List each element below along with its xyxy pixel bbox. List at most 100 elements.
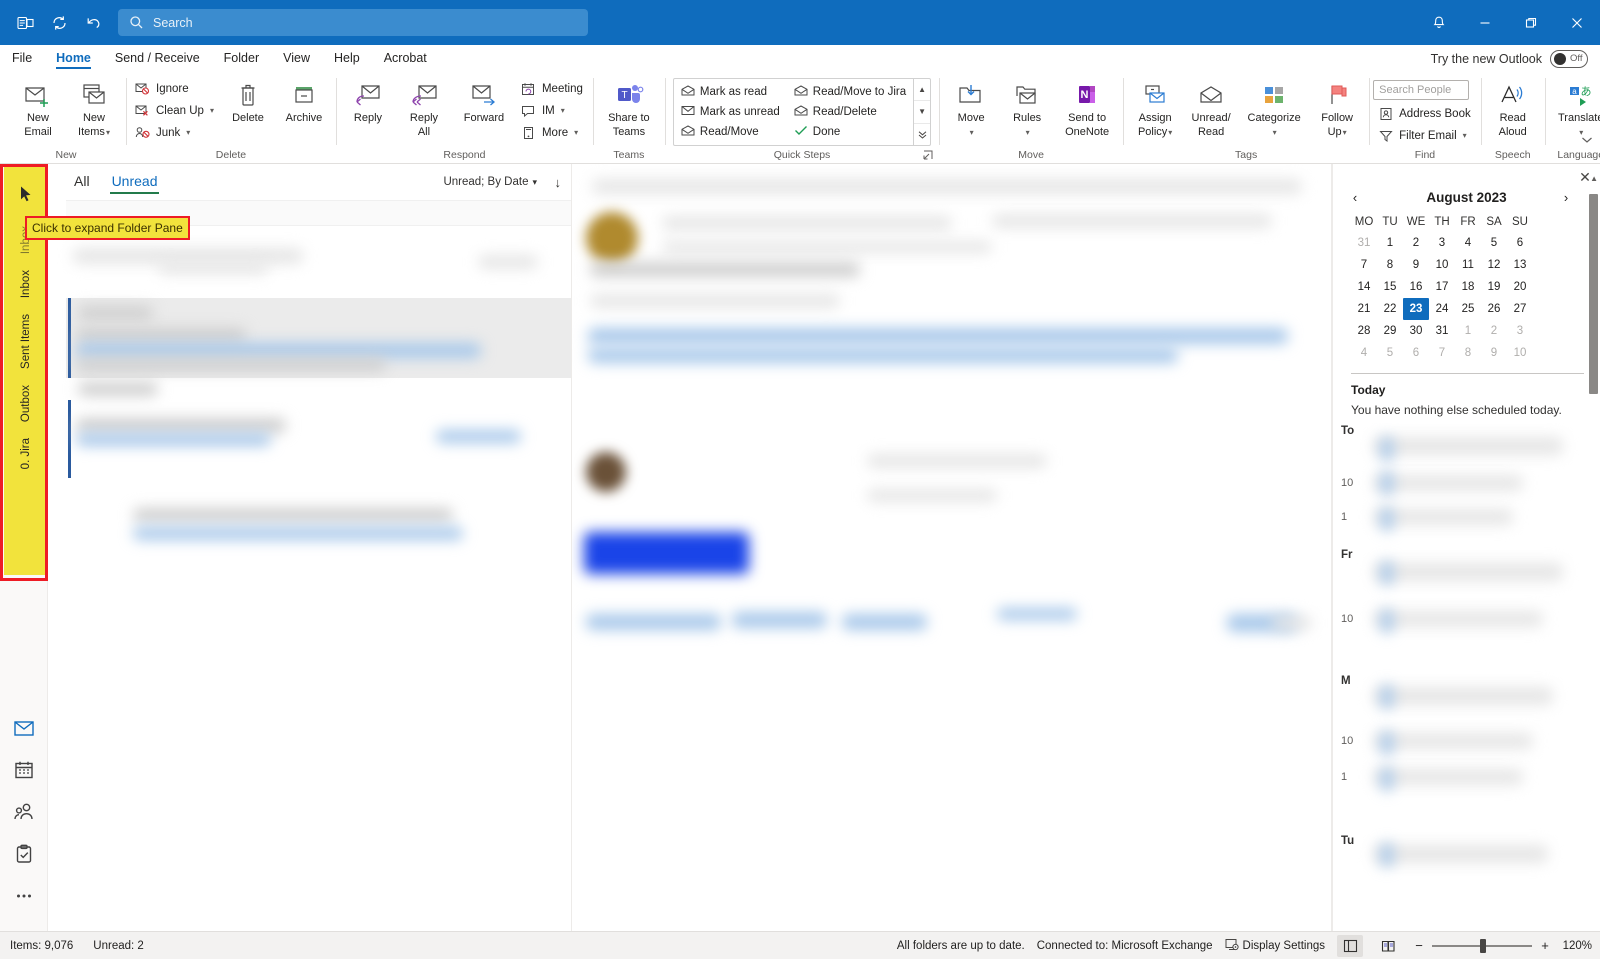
read-aloud-button[interactable]: Read Aloud — [1485, 76, 1541, 144]
folder-item-outbox[interactable]: Outbox — [20, 377, 32, 430]
quick-step-read-delete[interactable]: Read/Delete — [787, 102, 913, 122]
agenda-entry[interactable] — [1373, 475, 1523, 491]
more-respond-button[interactable]: More ▾ — [516, 122, 589, 143]
list-item[interactable] — [133, 508, 453, 522]
scroll-down-icon[interactable]: ▼ — [914, 100, 931, 122]
calendar-day[interactable]: 10 — [1507, 342, 1533, 364]
calendar-day[interactable]: 7 — [1351, 254, 1377, 276]
list-item[interactable] — [78, 306, 153, 320]
undo-icon[interactable] — [78, 9, 108, 37]
calendar-day[interactable]: 7 — [1429, 342, 1455, 364]
calendar-day[interactable]: 19 — [1481, 276, 1507, 298]
calendar-day[interactable]: 6 — [1507, 232, 1533, 254]
list-item[interactable] — [76, 418, 286, 433]
rail-item-mail[interactable] — [0, 707, 47, 749]
outlook-icon[interactable] — [10, 9, 40, 37]
list-item[interactable] — [436, 430, 521, 443]
filter-email-button[interactable]: Filter Email ▾ — [1373, 125, 1477, 146]
tab-view[interactable]: View — [271, 45, 322, 71]
categorize-button[interactable]: Categorize ▾ — [1239, 76, 1309, 144]
quick-step-done[interactable]: Done — [787, 122, 913, 142]
agenda-entry[interactable] — [1373, 611, 1543, 627]
zoom-slider-knob[interactable] — [1480, 938, 1486, 953]
filter-tab-all[interactable]: All — [72, 171, 92, 194]
zoom-slider[interactable] — [1432, 938, 1532, 953]
expand-gallery-icon[interactable] — [914, 122, 931, 145]
agenda-entry[interactable] — [1373, 769, 1523, 785]
rail-item-people[interactable] — [0, 791, 47, 833]
calendar-day[interactable]: 27 — [1507, 298, 1533, 320]
tab-send-receive[interactable]: Send / Receive — [103, 45, 212, 71]
list-item[interactable] — [76, 358, 386, 371]
list-item[interactable] — [478, 255, 538, 269]
calendar-day[interactable]: 6 — [1403, 342, 1429, 364]
agenda-entry[interactable] — [1373, 437, 1563, 455]
clean-up-button[interactable]: Clean Up ▾ — [130, 100, 220, 121]
new-items-button[interactable]: New Items▾ — [66, 76, 122, 144]
search-people-input[interactable]: Search People — [1373, 80, 1470, 100]
email-action-button[interactable] — [584, 532, 749, 574]
tab-help[interactable]: Help — [322, 45, 372, 71]
filter-tab-unread[interactable]: Unread — [109, 171, 160, 194]
agenda-entry[interactable] — [1373, 845, 1548, 863]
normal-view-icon[interactable] — [1337, 934, 1363, 957]
calendar-day[interactable]: 3 — [1429, 232, 1455, 254]
meeting-button[interactable]: Meeting — [516, 78, 589, 99]
quick-step-mark-as-read[interactable]: Mark as read — [674, 82, 787, 102]
calendar-day[interactable]: 22 — [1377, 298, 1403, 320]
agenda-entry[interactable] — [1373, 509, 1513, 525]
tab-home[interactable]: Home — [44, 45, 103, 71]
calendar-day[interactable]: 16 — [1403, 276, 1429, 298]
send-to-onenote-button[interactable]: N Send to OneNote — [1055, 76, 1119, 144]
forward-button[interactable]: Forward — [452, 76, 516, 144]
calendar-day[interactable]: 28 — [1351, 320, 1377, 342]
restore-icon[interactable] — [1508, 0, 1554, 45]
calendar-day[interactable]: 8 — [1455, 342, 1481, 364]
quick-step-mark-as-unread[interactable]: Mark as unread — [674, 102, 787, 122]
list-item[interactable] — [133, 527, 463, 540]
calendar-day[interactable]: 31 — [1429, 320, 1455, 342]
calendar-day[interactable]: 14 — [1351, 276, 1377, 298]
expand-cursor-icon[interactable] — [18, 170, 34, 218]
close-icon[interactable]: ✕ — [1576, 168, 1594, 186]
calendar-day[interactable]: 17 — [1429, 276, 1455, 298]
calendar-day[interactable]: 30 — [1403, 320, 1429, 342]
minimize-icon[interactable] — [1462, 0, 1508, 45]
calendar-day[interactable]: 24 — [1429, 298, 1455, 320]
calendar-day[interactable]: 26 — [1481, 298, 1507, 320]
calendar-day[interactable]: 15 — [1377, 276, 1403, 298]
email-link-line[interactable] — [588, 348, 1178, 363]
calendar-day[interactable]: 13 — [1507, 254, 1533, 276]
calendar-day[interactable]: 21 — [1351, 298, 1377, 320]
agenda-entry[interactable] — [1373, 687, 1553, 705]
list-item[interactable] — [76, 433, 271, 446]
rail-item-more[interactable] — [0, 875, 47, 917]
junk-button[interactable]: Junk ▾ — [130, 122, 220, 143]
collapse-ribbon-button[interactable] — [1578, 131, 1596, 149]
calendar-day[interactable]: 5 — [1481, 232, 1507, 254]
calendar-day[interactable]: 25 — [1455, 298, 1481, 320]
assign-policy-button[interactable]: Assign Policy▾ — [1127, 76, 1183, 144]
email-link-line[interactable] — [588, 328, 1288, 344]
sort-descending-icon[interactable]: ↓ — [555, 175, 562, 190]
sort-control[interactable]: Unread; By Date ▾ — [443, 176, 537, 188]
list-item[interactable] — [76, 328, 246, 343]
calendar-day[interactable]: 10 — [1429, 254, 1455, 276]
zoom-level[interactable]: 120% — [1558, 940, 1592, 952]
calendar-day[interactable]: 8 — [1377, 254, 1403, 276]
folder-item-sent-items[interactable]: Sent Items — [20, 306, 32, 377]
quick-step-read-move[interactable]: Read/Move — [674, 122, 787, 142]
unread-read-button[interactable]: Unread/ Read — [1183, 76, 1239, 144]
calendar-day[interactable]: 4 — [1351, 342, 1377, 364]
sync-icon[interactable] — [44, 9, 74, 37]
reply-all-button[interactable]: Reply All — [396, 76, 452, 144]
calendar-day[interactable]: 9 — [1481, 342, 1507, 364]
list-item[interactable] — [76, 343, 481, 358]
bell-icon[interactable] — [1416, 0, 1462, 45]
agenda-list[interactable]: To 10 1 Fr 10 M 10 1 Tu — [1333, 423, 1600, 931]
tab-file[interactable]: File — [0, 45, 44, 71]
rail-item-tasks[interactable] — [0, 833, 47, 875]
follow-up-button[interactable]: Follow Up▾ — [1309, 76, 1365, 144]
calendar-day[interactable]: 18 — [1455, 276, 1481, 298]
reply-button[interactable]: Reply — [340, 76, 396, 144]
